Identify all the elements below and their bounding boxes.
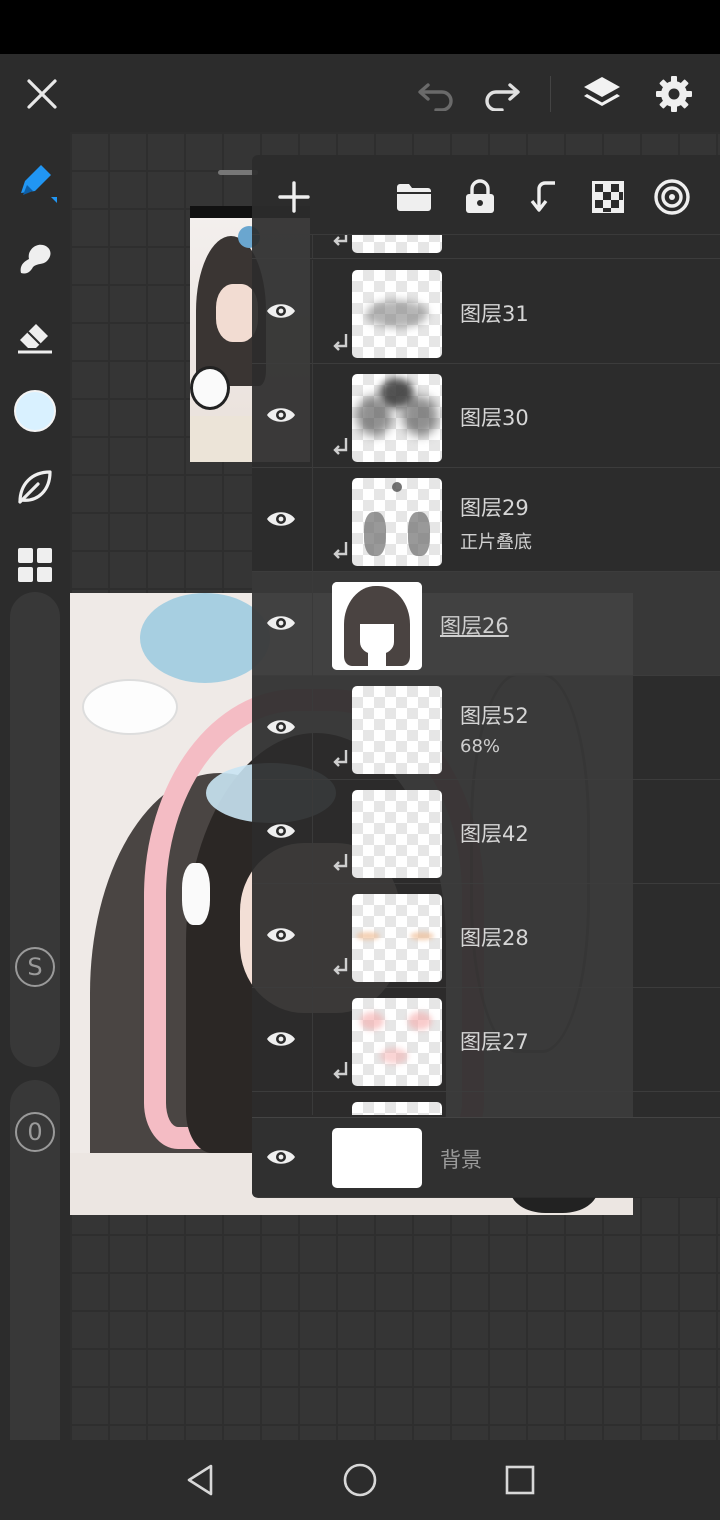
- gallery-icon[interactable]: [10, 540, 60, 590]
- target-icon[interactable]: [650, 175, 694, 219]
- layer-name: 图层31: [460, 302, 529, 326]
- leaf-icon[interactable]: [10, 462, 60, 512]
- redo-icon[interactable]: [480, 72, 524, 116]
- clip-indicator-icon: [333, 958, 348, 975]
- folder-icon[interactable]: [392, 175, 436, 219]
- layers-toolbar: [252, 155, 720, 235]
- lock-icon[interactable]: [458, 175, 502, 219]
- clip-indicator-icon: [333, 750, 348, 767]
- layer-name: 图层28: [460, 926, 529, 950]
- layer-thumbnail: [352, 790, 442, 878]
- clip-indicator-icon: [333, 235, 348, 246]
- checker-icon[interactable]: [586, 175, 630, 219]
- eye-icon[interactable]: [264, 294, 298, 328]
- background-layer-row[interactable]: 背景: [252, 1117, 720, 1197]
- layer-blend-mode: 正片叠底: [460, 532, 532, 553]
- eye-icon[interactable]: [264, 606, 298, 640]
- layer-thumbnail: [352, 894, 442, 982]
- eraser-icon[interactable]: [10, 310, 60, 360]
- recents-icon[interactable]: [498, 1458, 542, 1502]
- undo-icon[interactable]: [414, 72, 458, 116]
- brush-sliders: S 0: [10, 592, 60, 1472]
- layer-name: 图层27: [460, 1030, 529, 1054]
- eye-icon[interactable]: [264, 1140, 298, 1174]
- layer-thumbnail: [352, 686, 442, 774]
- layer-thumbnail: [352, 270, 442, 358]
- layer-name: 图层30: [460, 406, 529, 430]
- layer-thumbnail: [332, 582, 422, 670]
- smudge-icon[interactable]: [10, 234, 60, 284]
- layer-row-partial[interactable]: [252, 1092, 720, 1115]
- eye-icon[interactable]: [264, 1022, 298, 1056]
- layer-row[interactable]: 图层27: [252, 988, 720, 1092]
- layer-name: 图层26: [440, 614, 509, 638]
- layer-name: 图层42: [460, 822, 529, 846]
- home-icon[interactable]: [338, 1458, 382, 1502]
- layers-icon[interactable]: [578, 70, 626, 118]
- clip-indicator-icon: [333, 542, 348, 559]
- layer-row[interactable]: 图层28: [252, 884, 720, 988]
- layer-row[interactable]: 图层42: [252, 780, 720, 884]
- layers-panel: 图层31 图层30 图层29 正片叠底 图层26 图层52 68% 图层42 图…: [252, 155, 720, 1198]
- opacity-slider-handle[interactable]: 0: [15, 1112, 55, 1152]
- close-icon[interactable]: [20, 72, 64, 116]
- app-root: S 0 图层31 图层30 图层29 正片叠底 图层26 图层52 68% 图层…: [0, 0, 720, 1520]
- top-toolbar: [0, 54, 720, 132]
- eye-icon[interactable]: [264, 814, 298, 848]
- layer-thumbnail: [352, 478, 442, 566]
- settings-icon[interactable]: [650, 70, 698, 118]
- system-nav-bar: [0, 1440, 720, 1520]
- size-slider-handle[interactable]: S: [15, 947, 55, 987]
- clip-indicator-icon: [333, 334, 348, 351]
- layer-row-selected[interactable]: 图层26: [252, 572, 720, 676]
- layer-row[interactable]: 图层31: [252, 260, 720, 364]
- layer-thumbnail: [352, 374, 442, 462]
- layer-row[interactable]: 图层29 正片叠底: [252, 468, 720, 572]
- layer-thumbnail: [352, 998, 442, 1086]
- color-swatch[interactable]: [10, 386, 60, 436]
- layer-name: 图层52: [460, 704, 529, 728]
- clip-indicator-icon: [333, 438, 348, 455]
- clip-indicator-icon: [333, 1062, 348, 1079]
- brush-icon[interactable]: [10, 156, 60, 206]
- left-toolbar: S 0: [0, 132, 70, 1472]
- layer-row[interactable]: 图层30: [252, 364, 720, 468]
- layer-row-partial[interactable]: [252, 235, 720, 259]
- back-icon[interactable]: [178, 1458, 222, 1502]
- eye-icon[interactable]: [264, 502, 298, 536]
- toolbar-divider: [550, 76, 551, 112]
- layer-opacity: 68%: [460, 736, 501, 757]
- layer-row[interactable]: 图层52 68%: [252, 676, 720, 780]
- eye-icon[interactable]: [264, 710, 298, 744]
- add-layer-icon[interactable]: [272, 175, 316, 219]
- status-bar: [0, 0, 720, 54]
- size-slider[interactable]: [10, 592, 60, 1067]
- layer-name: 图层29: [460, 496, 529, 520]
- layer-list[interactable]: 图层31 图层30 图层29 正片叠底 图层26 图层52 68% 图层42 图…: [252, 235, 720, 1115]
- eye-icon[interactable]: [264, 918, 298, 952]
- clip-indicator-icon: [333, 854, 348, 871]
- eye-icon[interactable]: [264, 398, 298, 432]
- clip-icon[interactable]: [522, 175, 566, 219]
- background-layer-name: 背景: [440, 1148, 482, 1172]
- background-thumbnail: [332, 1128, 422, 1188]
